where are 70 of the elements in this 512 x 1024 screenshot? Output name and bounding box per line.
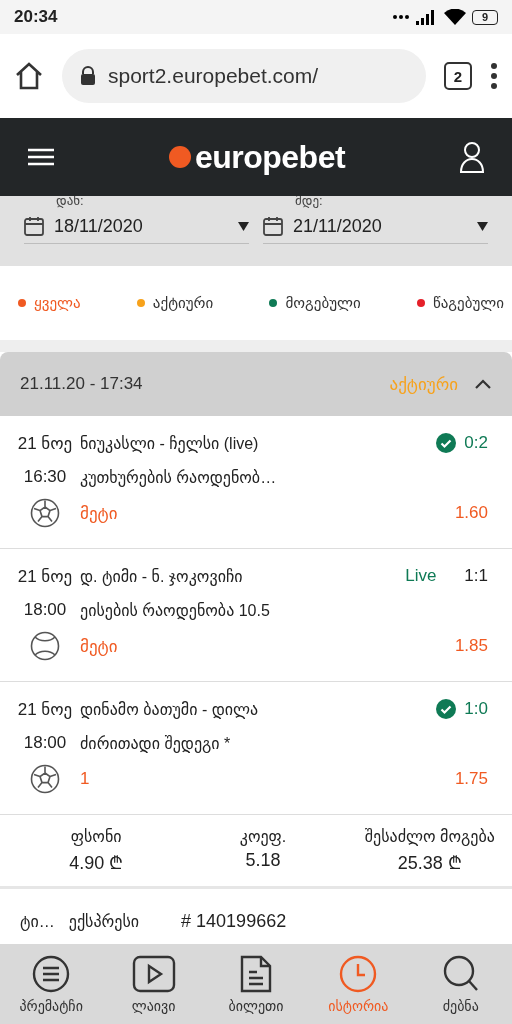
score: 0:2 [464, 433, 488, 453]
ticket-number: # 140199662 [181, 910, 287, 932]
summary-label: შესაძლო მოგება [364, 827, 495, 846]
score: 1:1 [464, 566, 488, 586]
live-label: Live [405, 566, 437, 586]
football-icon [30, 498, 60, 528]
match-name: დ. ტიმი - ნ. ჯოკოვიჩი [80, 566, 244, 586]
check-circle-icon [436, 433, 457, 453]
dropdown-arrow-icon [238, 221, 249, 231]
summary-label: კოეფ. [239, 827, 287, 846]
tab-count-button[interactable]: 2 [444, 62, 472, 90]
market-name: ეისების რაოდენობა 10.5 [80, 600, 271, 620]
dropdown-arrow-icon [477, 221, 488, 231]
market-name: ძირითადი შედეგი * [80, 733, 232, 753]
filter-tab[interactable]: მოგებული [269, 294, 361, 312]
clock-icon [338, 954, 379, 994]
menu-icon [31, 954, 72, 994]
bet-time: 18:00 [22, 733, 68, 753]
nav-tab[interactable]: ძებნა [410, 954, 511, 1014]
bet-pick: მეტი [80, 502, 119, 524]
menu-icon[interactable] [28, 148, 54, 166]
odds-value: 1.85 [454, 636, 488, 656]
tennis-ball-icon [30, 631, 60, 661]
date-field[interactable]: 18/11/2020 [24, 209, 249, 244]
more-icon[interactable] [490, 63, 498, 89]
caret-icon[interactable] [474, 377, 492, 391]
summary-label: ფსონი [70, 827, 122, 846]
clock-time: 20:34 [14, 7, 59, 27]
summary-value: 4.90 ₾ [69, 852, 124, 874]
lock-icon [80, 66, 96, 86]
bet-time: 16:30 [22, 467, 68, 487]
logo[interactable]: europebet [194, 138, 346, 176]
bet-date: 21 ნოე [16, 565, 74, 587]
bet-date: 21 ნოე [16, 432, 74, 454]
logo-dot-icon [168, 146, 191, 168]
match-name: დინამო ბათუმი - დილა [80, 699, 260, 719]
filter-tab[interactable]: აქტიური [136, 294, 214, 312]
battery-icon: 9 [472, 9, 498, 25]
bet-pick: 1 [80, 769, 91, 789]
url-field[interactable]: sport2.europebet.com/ [62, 49, 426, 103]
nav-tab[interactable]: პრემატჩი [1, 954, 102, 1014]
filter-tab[interactable]: წაგებული [416, 294, 504, 312]
document-icon [238, 954, 273, 994]
date-field[interactable]: 21/11/2020 [263, 209, 488, 244]
summary-value: 25.38 ₾ [397, 852, 462, 874]
odds-value: 1.60 [454, 503, 488, 523]
dots-icon [392, 14, 410, 20]
wifi-icon [444, 9, 466, 25]
odds-value: 1.75 [454, 769, 488, 789]
ticket-datetime: 21.11.20 - 17:34 [20, 374, 144, 394]
calendar-icon [24, 216, 44, 236]
score: 1:0 [464, 699, 488, 719]
match-name: ნიუკასლი - ჩელსი (live) [80, 433, 260, 453]
nav-tab[interactable]: ლაივი [103, 954, 204, 1014]
bet-date: 21 ნოე [16, 698, 74, 720]
play-icon [131, 954, 176, 994]
ticket-status: აქტიური [389, 373, 458, 395]
ticket-header[interactable]: 21.11.20 - 17:34 აქტიური [0, 352, 512, 416]
ticket-type: ექსპრესი [68, 911, 140, 931]
bet-pick: მეტი [80, 635, 119, 657]
bet-time: 18:00 [22, 600, 68, 620]
check-circle-icon [436, 699, 457, 719]
nav-tab[interactable]: ბილეთი [205, 954, 306, 1014]
user-icon[interactable] [460, 141, 484, 173]
summary-value: 5.18 [245, 850, 281, 871]
football-icon [30, 764, 60, 794]
type-label: ტი… [20, 911, 55, 931]
market-name: კუთხურების რაოდენობ… [80, 467, 278, 487]
calendar-icon [263, 216, 283, 236]
home-icon[interactable] [14, 61, 44, 91]
